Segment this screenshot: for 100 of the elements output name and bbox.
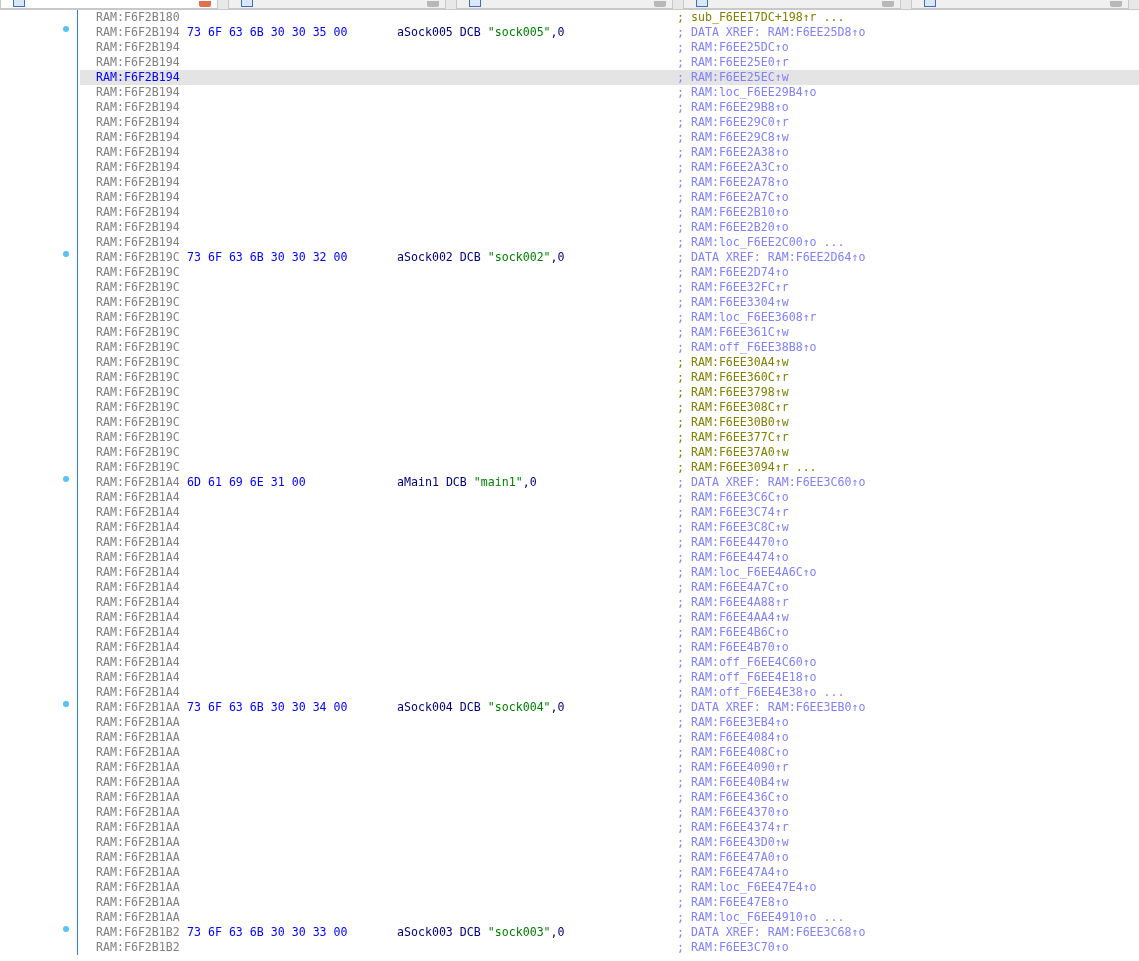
listing-line[interactable]: RAM:F6F2B19C ; RAM:F6EE37A0↑w [80, 445, 1139, 460]
listing-line[interactable]: RAM:F6F2B194 ; RAM:F6EE25DC↑o [80, 40, 1139, 55]
close-icon[interactable] [426, 1, 439, 7]
xref-comment: ; RAM:F6EE32FC↑r [677, 280, 789, 295]
listing-line[interactable]: RAM:F6F2B1AA ; RAM:F6EE4084↑o [80, 730, 1139, 745]
xref-comment: ; RAM:off_F6EE4C60↑o [677, 655, 817, 670]
xref-comment: ; RAM:F6EE2B20↑o [677, 220, 789, 235]
listing-line[interactable]: RAM:F6F2B1AA ; RAM:F6EE43D0↑w [80, 835, 1139, 850]
breakpoint-dot[interactable] [63, 926, 69, 932]
listing-line[interactable]: RAM:F6F2B1A4 ; RAM:F6EE3C6C↑o [80, 490, 1139, 505]
close-icon[interactable] [1110, 1, 1122, 7]
listing-line[interactable]: RAM:F6F2B1A4 ; RAM:F6EE4B70↑o [80, 640, 1139, 655]
address: RAM:F6F2B1AA [96, 790, 181, 805]
listing-line[interactable]: RAM:F6F2B1AA ; RAM:F6EE47A4↑o [80, 865, 1139, 880]
listing-line[interactable]: RAM:F6F2B1AA ; RAM:loc_F6EE47E4↑o [80, 880, 1139, 895]
listing-line[interactable]: RAM:F6F2B19C ; RAM:F6EE361C↑w [80, 325, 1139, 340]
listing-line[interactable]: RAM:F6F2B19C ; RAM:off_F6EE38B8↑o [80, 340, 1139, 355]
listing-line[interactable]: RAM:F6F2B1A4 ; RAM:F6EE3C8C↑w [80, 520, 1139, 535]
listing-line[interactable]: RAM:F6F2B1A4 ; RAM:F6EE3C74↑r [80, 505, 1139, 520]
xref-comment: ; RAM:F6EE361C↑w [677, 325, 789, 340]
listing-line[interactable]: RAM:F6F2B1A4 ; RAM:off_F6EE4C60↑o [80, 655, 1139, 670]
listing-line[interactable]: RAM:F6F2B19C ; RAM:F6EE30B0↑w [80, 415, 1139, 430]
listing-line[interactable]: RAM:F6F2B19C ; RAM:F6EE32FC↑r [80, 280, 1139, 295]
listing-line[interactable]: RAM:F6F2B194 ; RAM:F6EE2A38↑o [80, 145, 1139, 160]
listing-line[interactable]: RAM:F6F2B1A4 ; RAM:off_F6EE4E38↑o ... [80, 685, 1139, 700]
close-icon[interactable] [654, 1, 667, 7]
listing-line[interactable]: RAM:F6F2B194 ; RAM:F6EE29B8↑o [80, 100, 1139, 115]
listing-line[interactable]: RAM:F6F2B1AA ; RAM:F6EE40B4↑w [80, 775, 1139, 790]
listing-line[interactable]: RAM:F6F2B19C ; RAM:F6EE3304↑w [80, 295, 1139, 310]
listing-line[interactable]: RAM:F6F2B194 ; RAM:loc_F6EE29B4↑o [80, 85, 1139, 100]
listing-line[interactable]: RAM:F6F2B194 ; RAM:F6EE29C0↑r [80, 115, 1139, 130]
listing-line[interactable]: RAM:F6F2B1AA ; RAM:F6EE3EB4↑o [80, 715, 1139, 730]
listing-line[interactable]: RAM:F6F2B19C ; RAM:F6EE3798↑w [80, 385, 1139, 400]
listing-line[interactable]: RAM:F6F2B194 ; RAM:F6EE2A3C↑o [80, 160, 1139, 175]
tab[interactable] [911, 0, 1129, 9]
listing-line[interactable]: RAM:F6F2B1B2 73 6F 63 6B 30 30 33 00 aSock003 DCB "sock003",0 ; DATA XREF: RAM:F6EE3C68↑o [80, 925, 1139, 940]
listing-line[interactable]: RAM:F6F2B19C ; RAM:F6EE3094↑r ... [80, 460, 1139, 475]
listing-line[interactable]: RAM:F6F2B1A4 ; RAM:loc_F6EE4A6C↑o [80, 565, 1139, 580]
xref-comment: ; RAM:loc_F6EE4910↑o ... [677, 910, 845, 925]
listing-line[interactable]: RAM:F6F2B19C ; RAM:F6EE2D74↑o [80, 265, 1139, 280]
address: RAM:F6F2B1AA [96, 895, 181, 910]
address: RAM:F6F2B1A4 [96, 535, 181, 550]
tab[interactable] [0, 0, 218, 9]
listing-line[interactable]: RAM:F6F2B1A4 ; RAM:F6EE4B6C↑o [80, 625, 1139, 640]
listing-line[interactable]: RAM:F6F2B1A4 ; RAM:F6EE4470↑o [80, 535, 1139, 550]
xref-comment: ; RAM:F6EE4474↑o [677, 550, 789, 565]
address: RAM:F6F2B1A4 [96, 640, 181, 655]
xref-comment: ; RAM:F6EE2A7C↑o [677, 190, 789, 205]
listing-line[interactable]: RAM:F6F2B194 73 6F 63 6B 30 30 35 00 aSock005 DCB "sock005",0 ; DATA XREF: RAM:F6EE25D8↑o [80, 25, 1139, 40]
listing-line[interactable]: RAM:F6F2B1B2 ; RAM:F6EE3C70↑o [80, 940, 1139, 955]
tab[interactable] [683, 0, 902, 9]
listing-line[interactable]: RAM:F6F2B1A4 ; RAM:F6EE4AA4↑w [80, 610, 1139, 625]
listing-line[interactable]: RAM:F6F2B194 ; RAM:loc_F6EE2C00↑o ... [80, 235, 1139, 250]
listing-line[interactable]: RAM:F6F2B1AA ; RAM:F6EE47E8↑o [80, 895, 1139, 910]
listing-line[interactable]: RAM:F6F2B19C ; RAM:F6EE308C↑r [80, 400, 1139, 415]
string-literal: "main1" [473, 475, 523, 489]
listing-line[interactable]: RAM:F6F2B1A4 ; RAM:F6EE4A7C↑o [80, 580, 1139, 595]
listing-line[interactable]: RAM:F6F2B1AA ; RAM:F6EE436C↑o [80, 790, 1139, 805]
directive: DCB [459, 25, 481, 39]
address: RAM:F6F2B19C [96, 355, 181, 370]
breakpoint-dot[interactable] [63, 701, 69, 707]
address: RAM:F6F2B1AA [96, 850, 181, 865]
xref-comment: ; RAM:loc_F6EE29B4↑o [677, 85, 817, 100]
address: RAM:F6F2B1AA [96, 745, 181, 760]
listing-line[interactable]: RAM:F6F2B1AA ; RAM:F6EE408C↑o [80, 745, 1139, 760]
listing-line[interactable]: RAM:F6F2B19C 73 6F 63 6B 30 30 32 00 aSock002 DCB "sock002",0 ; DATA XREF: RAM:F6EE2D64↑o [80, 250, 1139, 265]
listing-line[interactable]: RAM:F6F2B19C ; RAM:F6EE360C↑r [80, 370, 1139, 385]
breakpoint-dot[interactable] [63, 476, 69, 482]
listing-line[interactable]: RAM:F6F2B1AA ; RAM:F6EE4374↑r [80, 820, 1139, 835]
breakpoint-dot[interactable] [63, 26, 69, 32]
xref-comment: ; RAM:off_F6EE38B8↑o [677, 340, 817, 355]
listing-line[interactable]: RAM:F6F2B1A4 ; RAM:off_F6EE4E18↑o [80, 670, 1139, 685]
listing-line[interactable]: RAM:F6F2B194 ; RAM:F6EE2B20↑o [80, 220, 1139, 235]
tab[interactable] [455, 0, 674, 9]
listing-line[interactable]: RAM:F6F2B1AA ; RAM:F6EE47A0↑o [80, 850, 1139, 865]
listing-line[interactable]: RAM:F6F2B19C ; RAM:loc_F6EE3608↑r [80, 310, 1139, 325]
address: RAM:F6F2B194 [96, 175, 181, 190]
listing-line[interactable]: RAM:F6F2B194 ; RAM:F6EE2A78↑o [80, 175, 1139, 190]
listing-line[interactable]: RAM:F6F2B1AA 73 6F 63 6B 30 30 34 00 aSock004 DCB "sock004",0 ; DATA XREF: RAM:F6EE3EB0↑o [80, 700, 1139, 715]
listing-line[interactable]: RAM:F6F2B1AA ; RAM:F6EE4090↑r [80, 760, 1139, 775]
listing-line[interactable]: RAM:F6F2B1AA ; RAM:F6EE4370↑o [80, 805, 1139, 820]
listing-line[interactable]: RAM:F6F2B194 ; RAM:F6EE2A7C↑o [80, 190, 1139, 205]
tab[interactable] [227, 0, 446, 9]
listing-line[interactable]: RAM:F6F2B19C ; RAM:F6EE377C↑r [80, 430, 1139, 445]
listing-line[interactable]: RAM:F6F2B194 ; RAM:F6EE2B10↑o [80, 205, 1139, 220]
xref-comment: ; RAM:off_F6EE4E38↑o ... [677, 685, 845, 700]
xref-comment: ; RAM:F6EE4B70↑o [677, 640, 789, 655]
breakpoint-dot[interactable] [63, 251, 69, 257]
xref-comment: ; RAM:F6EE3C74↑r [677, 505, 789, 520]
listing-line[interactable]: RAM:F6F2B19C ; RAM:F6EE30A4↑w [80, 355, 1139, 370]
listing-line[interactable]: RAM:F6F2B1A4 ; RAM:F6EE4A88↑r [80, 595, 1139, 610]
listing-line[interactable]: RAM:F6F2B194 ; RAM:F6EE25E0↑r [80, 55, 1139, 70]
listing-line[interactable]: RAM:F6F2B1A4 6D 61 69 6E 31 00 aMain1 DCB "main1",0 ; DATA XREF: RAM:F6EE3C60↑o [80, 475, 1139, 490]
close-icon[interactable] [198, 1, 211, 7]
listing-line[interactable]: RAM:F6F2B194 ; RAM:F6EE29C8↑w [80, 130, 1139, 145]
listing-line[interactable]: RAM:F6F2B1AA ; RAM:loc_F6EE4910↑o ... [80, 910, 1139, 925]
address: RAM:F6F2B194 [96, 55, 181, 70]
listing-line[interactable]: RAM:F6F2B180 ; sub_F6EE17DC+198↑r ... [80, 10, 1139, 25]
close-icon[interactable] [882, 1, 895, 7]
listing-line[interactable]: RAM:F6F2B1A4 ; RAM:F6EE4474↑o [80, 550, 1139, 565]
